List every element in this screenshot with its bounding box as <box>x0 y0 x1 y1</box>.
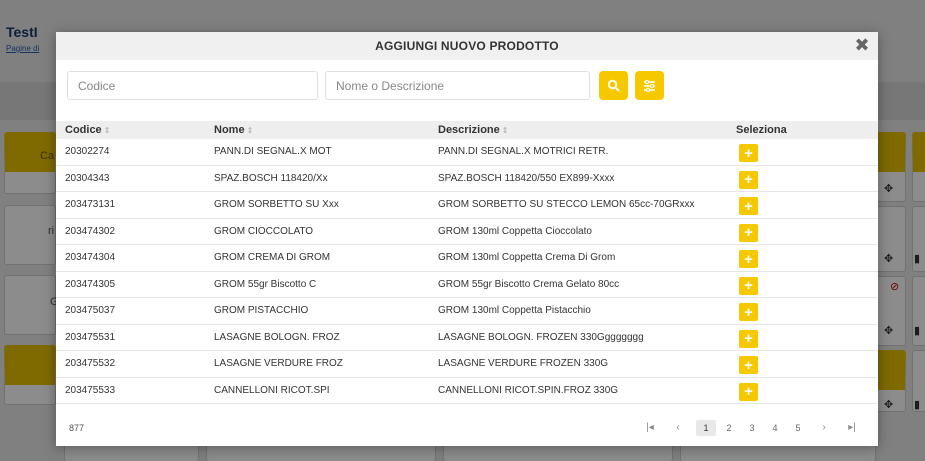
sort-icon: ⇕ <box>103 126 111 135</box>
column-header-name[interactable]: Nome ⇕ <box>214 121 253 139</box>
add-product-button[interactable]: + <box>739 303 758 321</box>
cell-code: 20304343 <box>65 172 110 184</box>
cell-description: SPAZ.BOSCH 118420/550 EX899-Xxxx <box>438 172 615 184</box>
cell-name: LASAGNE VERDURE FROZ <box>214 358 343 369</box>
cell-name: SPAZ.BOSCH 118420/Xx <box>214 172 328 184</box>
plus-icon: + <box>744 171 753 188</box>
modal-header: AGGIUNGI NUOVO PRODOTTO ✖ <box>56 32 878 60</box>
add-product-button[interactable]: + <box>739 356 758 374</box>
plus-icon: + <box>744 277 753 294</box>
add-product-button[interactable]: + <box>739 197 758 215</box>
cell-code: 203473131 <box>65 199 116 210</box>
add-product-button[interactable]: + <box>739 223 758 242</box>
cell-description: LASAGNE BOLOGN. FROZEN 330Gggggggg <box>438 331 644 343</box>
table-row: 20302274 PANN.DI SEGNAL.X MOT PANN.DI SEGN… <box>56 139 878 166</box>
plus-icon: + <box>744 197 753 215</box>
name-search-input[interactable] <box>325 71 590 100</box>
cell-description: CANNELLONI RICOT.SPIN.FROZ 330G <box>438 384 619 396</box>
column-header-description[interactable]: Descrizione ⇕ <box>438 121 508 139</box>
cell-description: PANN.DI SEGNAL.X MOTRICI RETR. <box>438 146 609 157</box>
cell-name: GROM 55gr Biscotto C <box>214 278 317 290</box>
plus-icon: + <box>744 330 753 347</box>
search-button[interactable] <box>599 71 628 100</box>
cell-description: GROM 130ml Coppetta Pistacchio <box>438 305 591 316</box>
cell-code: 203475531 <box>65 331 116 343</box>
column-header-select: Seleziona <box>736 124 787 136</box>
plus-icon: + <box>744 224 753 241</box>
cell-description: GROM 55gr Biscotto Crema Gelato 80cc <box>438 278 620 290</box>
table-row: 203474302 GROM CIOCCOLATO GROM 130ml Coppe… <box>56 219 878 245</box>
last-page-icon[interactable]: ▸| <box>842 420 862 436</box>
table-row: 203474305 GROM 55gr Biscotto C GROM 55gr B… <box>56 272 878 298</box>
plus-icon: + <box>744 250 753 268</box>
filter-icon <box>644 79 655 92</box>
table-row: 203475531 LASAGNE BOLOGN. FROZ LASAGNE BOL… <box>56 325 878 351</box>
add-product-button[interactable]: + <box>739 250 758 268</box>
table-row: 203475532 LASAGNE VERDURE FROZ LASAGNE VER… <box>56 351 878 378</box>
plus-icon: + <box>744 383 753 400</box>
cell-code: 203474304 <box>65 252 116 263</box>
cell-description: GROM 130ml Coppetta Crema Di Grom <box>438 252 616 263</box>
cell-code: 20302274 <box>65 146 110 157</box>
cell-description: GROM SORBETTO SU STECCO LEMON 65cc-70GRx… <box>438 199 695 210</box>
cell-name: GROM PISTACCHIO <box>214 305 309 316</box>
table-header: Codice ⇕ Nome ⇕ Descrizione ⇕ Seleziona <box>56 121 878 139</box>
plus-icon: + <box>744 303 753 321</box>
cell-code: 203474305 <box>65 278 116 290</box>
add-product-modal: AGGIUNGI NUOVO PRODOTTO ✖ Codice⇕ N <box>56 32 878 446</box>
plus-icon: + <box>744 144 753 162</box>
cell-code: 203475533 <box>65 384 116 396</box>
add-product-button[interactable]: + <box>739 170 758 189</box>
table-row: 20304343 SPAZ.BOSCH 118420/Xx SPAZ.BOSCH 1… <box>56 166 878 192</box>
page-button-5[interactable]: 5 <box>788 420 808 436</box>
page-button-3[interactable]: 3 <box>742 420 762 436</box>
sort-icon: ⇕ <box>246 126 254 135</box>
table-row: 203475533 CANNELLONI RICOT.SPI CANNELLONI … <box>56 378 878 404</box>
cell-name: GROM SORBETTO SU Xxx <box>214 199 339 210</box>
search-icon <box>607 79 620 92</box>
code-search-input[interactable] <box>67 71 318 100</box>
cell-code: 203474302 <box>65 225 116 237</box>
add-product-button[interactable]: + <box>739 329 758 348</box>
table-row: 203473131 GROM SORBETTO SU Xxx GROM SORBET… <box>56 192 878 219</box>
filter-button[interactable] <box>635 71 664 100</box>
close-icon[interactable]: ✖ <box>852 35 872 55</box>
cell-code: 203475037 <box>65 305 116 316</box>
plus-icon: + <box>744 356 753 374</box>
next-page-icon[interactable]: › <box>814 420 834 436</box>
first-page-icon[interactable]: |◂ <box>640 420 660 436</box>
prev-page-icon[interactable]: ‹ <box>668 420 688 436</box>
page-button-1[interactable]: 1 <box>696 420 716 436</box>
cell-name: CANNELLONI RICOT.SPI <box>214 384 330 396</box>
sort-icon: ⇕ <box>501 126 509 135</box>
page-button-4[interactable]: 4 <box>765 420 785 436</box>
pagination: |◂ ‹ 1 2 3 4 5 › ▸| <box>637 419 862 437</box>
cell-name: PANN.DI SEGNAL.X MOT <box>214 146 332 157</box>
cell-code: 203475532 <box>65 358 116 369</box>
modal-title: AGGIUNGI NUOVO PRODOTTO <box>375 39 559 53</box>
cell-description: GROM 130ml Coppetta Cioccolato <box>438 225 592 237</box>
column-header-code[interactable]: Codice ⇕ <box>65 121 110 139</box>
cell-name: LASAGNE BOLOGN. FROZ <box>214 331 340 343</box>
cell-name: GROM CIOCCOLATO <box>214 225 314 237</box>
total-count: 877 <box>69 423 85 433</box>
cell-description: LASAGNE VERDURE FROZEN 330G <box>438 358 609 369</box>
add-product-button[interactable]: + <box>739 144 758 162</box>
table-row: 203475037 GROM PISTACCHIO GROM 130ml Coppe… <box>56 298 878 325</box>
add-product-button[interactable]: + <box>739 276 758 295</box>
page-button-2[interactable]: 2 <box>719 420 739 436</box>
cell-name: GROM CREMA DI GROM <box>214 252 331 263</box>
add-product-button[interactable]: + <box>739 382 758 401</box>
table-row: 203474304 GROM CREMA DI GROM GROM 130ml Co… <box>56 245 878 272</box>
